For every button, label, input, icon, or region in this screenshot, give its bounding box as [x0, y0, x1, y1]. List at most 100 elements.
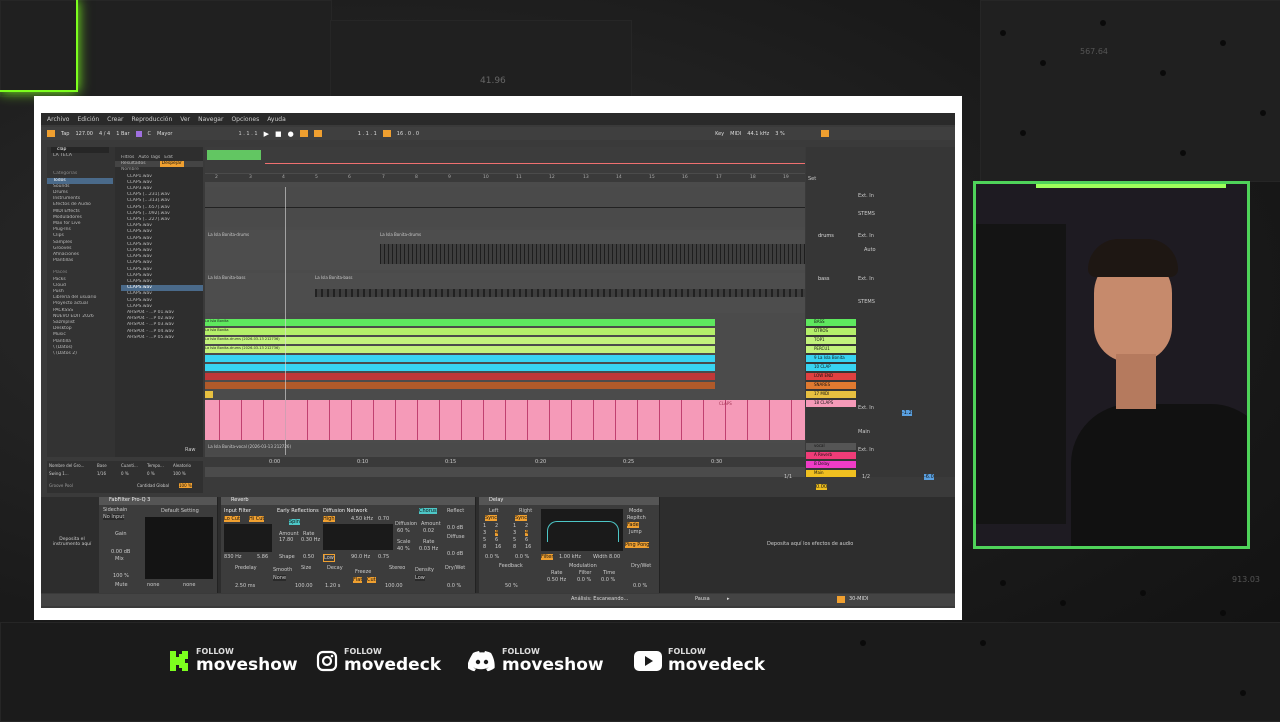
delay-division-button[interactable]: 3 — [513, 530, 516, 536]
groove-random[interactable]: 100 % — [173, 471, 186, 476]
plugin-slot[interactable]: none — [147, 582, 159, 588]
beat-ruler[interactable]: 2 3 4 5 6 7 8 9 10 11 12 13 14 15 16 17 … — [205, 174, 805, 182]
fade-option[interactable]: Fade — [627, 522, 639, 528]
stems-label[interactable]: STEMS — [858, 299, 875, 305]
left-offset[interactable]: 0.0 % — [485, 554, 499, 560]
chorus-toggle[interactable]: Chorus — [419, 508, 437, 514]
track-header[interactable]: 17 MIDI — [806, 391, 856, 398]
signature-field[interactable]: 4 / 4 — [99, 131, 110, 137]
automation-arm-icon[interactable] — [299, 130, 308, 137]
menu-navegar[interactable]: Navegar — [198, 116, 223, 123]
social-kick[interactable]: FOLLOW moveshow — [168, 648, 298, 674]
drop-instrument-hint[interactable]: Deposita el instrumento aquí — [47, 537, 97, 547]
menu-archivo[interactable]: Archivo — [47, 116, 69, 123]
hi-cut-toggle[interactable]: Hi Cut — [249, 516, 265, 522]
track-header[interactable]: vocal — [806, 443, 856, 450]
delay-division-button[interactable]: 6 — [495, 537, 498, 543]
chorus-rate-value[interactable]: 0.03 Hz — [419, 546, 438, 552]
delay-division-button[interactable]: 5 — [483, 537, 486, 543]
smooth-select[interactable]: None — [273, 575, 287, 581]
loop-start-field[interactable]: 1 . 1 . 1 — [358, 131, 377, 137]
groove-timing[interactable]: 0 % — [147, 471, 155, 476]
decay-value[interactable]: 1.20 s — [325, 583, 340, 589]
size-value[interactable]: 100.00 — [295, 583, 313, 589]
sidechain-input[interactable]: No Input — [103, 514, 125, 520]
clip-midi[interactable] — [205, 391, 213, 398]
stereo-value[interactable]: 100.00 — [385, 583, 403, 589]
scale-select[interactable]: Mayor — [157, 131, 172, 137]
delay-division-button[interactable]: 8 — [513, 544, 516, 550]
menu-opciones[interactable]: Opciones — [231, 116, 259, 123]
global-amount-value[interactable]: 100 % — [179, 483, 192, 488]
device-title[interactable]: Delay — [479, 497, 659, 505]
track-header[interactable]: A Reverb — [806, 452, 856, 459]
clear-button[interactable]: Despejar — [159, 161, 184, 168]
delay-division-button[interactable]: 5 — [513, 537, 516, 543]
menu-crear[interactable]: Crear — [107, 116, 123, 123]
track-header[interactable]: SNARES — [806, 382, 856, 389]
gain-value[interactable]: 0.00 dB — [111, 549, 130, 555]
ext-in-label[interactable]: Ext. In — [858, 193, 874, 199]
track-header[interactable]: PERCU1 — [806, 346, 856, 353]
main-output[interactable]: Main — [858, 429, 870, 435]
track-header[interactable]: 10 CLAP — [806, 364, 856, 371]
track-header[interactable]: TOP1 — [806, 337, 856, 344]
lo-cut-toggle[interactable]: Lo Cut — [224, 516, 240, 522]
ext-in-label[interactable]: Ext. In — [858, 276, 874, 282]
diffusion-value[interactable]: 60 % — [397, 528, 410, 534]
link-icon[interactable] — [47, 130, 55, 137]
track-header[interactable]: OTROS — [806, 328, 856, 335]
set-label[interactable]: Set — [808, 176, 816, 182]
record-icon[interactable]: ● — [288, 130, 294, 138]
chorus-amount-value[interactable]: 0.02 — [423, 528, 434, 534]
category-item[interactable]: Plantillas — [47, 258, 113, 264]
reflect-value[interactable]: 0.0 dB — [447, 525, 463, 531]
overview[interactable] — [205, 147, 805, 173]
preset-name[interactable]: Default Setting — [161, 508, 199, 514]
scale-value[interactable]: 40 % — [397, 546, 410, 552]
delay-division-button[interactable]: 4 — [525, 530, 529, 536]
drop-effects-hint[interactable]: Deposita aquí los efectos de audio — [767, 541, 853, 547]
track-name-drums[interactable]: drums — [818, 233, 834, 239]
key-map-button[interactable]: Key — [715, 131, 724, 137]
groove-quantize[interactable]: 0 % — [121, 471, 129, 476]
flat-toggle[interactable]: Flat — [353, 577, 363, 583]
pause-button[interactable]: Pausa — [695, 596, 710, 602]
drywet-value[interactable]: 0.0 % — [447, 583, 461, 589]
low-toggle[interactable]: Low — [323, 554, 335, 562]
delay-division-button[interactable]: 16 — [495, 544, 501, 550]
mod-time-value[interactable]: 0.0 % — [601, 577, 615, 583]
high-value[interactable]: 0.70 — [378, 516, 389, 522]
mix-value[interactable]: 100 % — [113, 573, 129, 579]
delay-division-button[interactable]: 3 — [483, 530, 486, 536]
track-lane-bass[interactable]: La Isla Bonita-bass La Isla Bonita-bass — [205, 273, 805, 313]
ping-pong-toggle[interactable]: Ping Pong — [625, 542, 650, 548]
auto-label[interactable]: Auto — [864, 247, 876, 253]
ext-in-label[interactable]: Ext. In — [858, 233, 874, 239]
clip-clap[interactable] — [205, 364, 715, 371]
left-sync-toggle[interactable]: Sync — [485, 515, 498, 521]
mute-button[interactable]: Mute — [115, 582, 128, 588]
loop-icon[interactable] — [382, 130, 391, 137]
browser-file-item[interactable]: AHSP04 - ...P 05.wav — [121, 335, 203, 341]
track-volume[interactable]: -1.2 — [902, 410, 912, 416]
social-youtube[interactable]: FOLLOW movedeck — [634, 648, 765, 674]
groove-name[interactable]: Swing 1... — [49, 471, 69, 476]
tap-button[interactable]: Tap — [61, 131, 69, 137]
loop-switch-icon[interactable] — [313, 130, 322, 137]
menu-ver[interactable]: Ver — [180, 116, 190, 123]
midi-track-label[interactable]: 30-MIDI — [849, 596, 868, 602]
quantize-menu[interactable]: 1 Bar — [116, 131, 129, 137]
mod-filter-value[interactable]: 0.0 % — [577, 577, 591, 583]
delay-drywet-value[interactable]: 0.0 % — [633, 583, 647, 589]
track-lane-vocal[interactable]: La Isla Bonita-vocal (2026-03-13 212726) — [205, 443, 805, 455]
cut-toggle[interactable]: Cut — [367, 577, 376, 583]
menu-icon[interactable] — [820, 130, 829, 137]
density-select[interactable]: Low — [415, 575, 425, 581]
master-volume[interactable]: -6.0 — [924, 474, 934, 480]
diffusion-display[interactable] — [323, 524, 393, 550]
track-header[interactable]: B Delay — [806, 461, 856, 468]
delay-division-button[interactable]: 1 — [483, 523, 486, 529]
predelay-value[interactable]: 2.50 ms — [235, 583, 255, 589]
menu-reproduccion[interactable]: Reproducción — [132, 116, 173, 123]
